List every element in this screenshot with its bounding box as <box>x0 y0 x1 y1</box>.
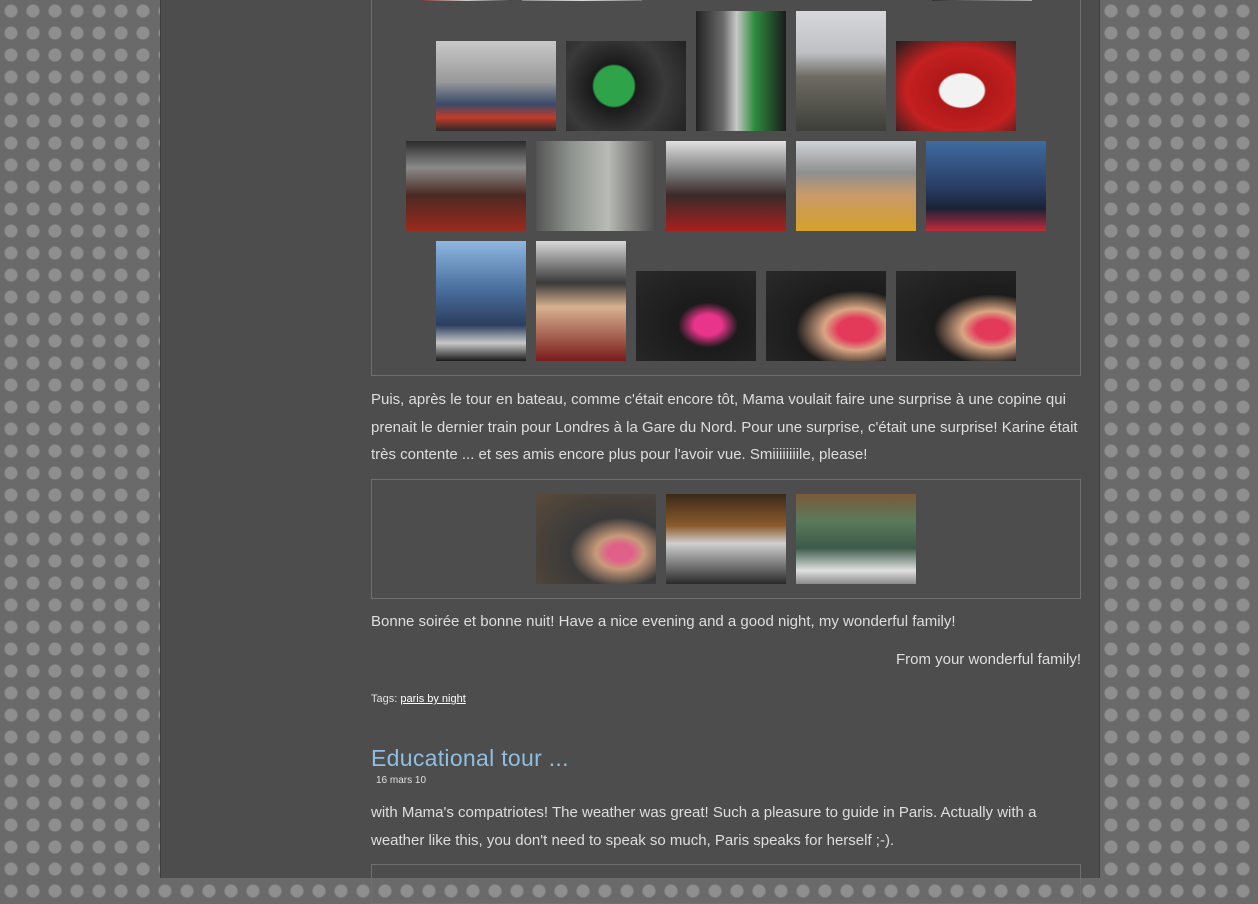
photo-thumbnail[interactable] <box>636 271 756 361</box>
photo-thumbnail[interactable] <box>796 141 916 231</box>
photo-thumbnail[interactable] <box>766 271 886 361</box>
photo-thumbnail[interactable] <box>796 11 886 131</box>
photo-thumbnail[interactable] <box>566 41 686 131</box>
photo-thumbnail[interactable] <box>436 41 556 131</box>
photo-thumbnail[interactable] <box>436 241 526 361</box>
photo-thumbnail[interactable] <box>896 41 1016 131</box>
photo-gallery-educational-tour <box>371 864 1081 904</box>
photo-thumbnail[interactable] <box>926 141 1046 231</box>
photo-thumbnail[interactable] <box>666 141 786 231</box>
photo-thumbnail[interactable] <box>536 241 626 361</box>
photo-thumbnail[interactable] <box>422 0 512 1</box>
photo-thumbnail[interactable] <box>536 494 656 584</box>
photo-thumbnail[interactable] <box>406 141 526 231</box>
page-column: Puis, après le tour en bateau, comme c'é… <box>160 0 1100 904</box>
tags-label: Tags: <box>371 693 398 705</box>
photo-thumbnail[interactable] <box>666 494 786 584</box>
photo-thumbnail[interactable] <box>932 0 1032 1</box>
photo-thumbnail[interactable] <box>896 271 1016 361</box>
post-title[interactable]: Educational tour ... <box>371 745 569 772</box>
post-paragraph: Puis, après le tour en bateau, comme c'é… <box>371 391 1078 463</box>
post-paragraph: with Mama's compatriotes! The weather wa… <box>371 804 1037 849</box>
photo-thumbnail[interactable] <box>796 494 916 584</box>
photo-thumbnail[interactable] <box>522 0 642 1</box>
goodnight-paragraph: Bonne soirée et bonne nuit! Have a nice … <box>371 613 956 630</box>
photo-thumbnail[interactable] <box>696 11 786 131</box>
photo-thumbnail[interactable] <box>536 141 656 231</box>
signoff-text: From your wonderful family! <box>895 651 1081 668</box>
tag-link-paris-by-night[interactable]: paris by night <box>400 693 465 705</box>
photo-gallery-boat <box>371 0 1081 376</box>
post-tags: Tags: paris by night <box>371 693 466 705</box>
post-date: 16 mars 10 <box>376 775 427 786</box>
photo-gallery-gare-du-nord <box>371 479 1081 599</box>
